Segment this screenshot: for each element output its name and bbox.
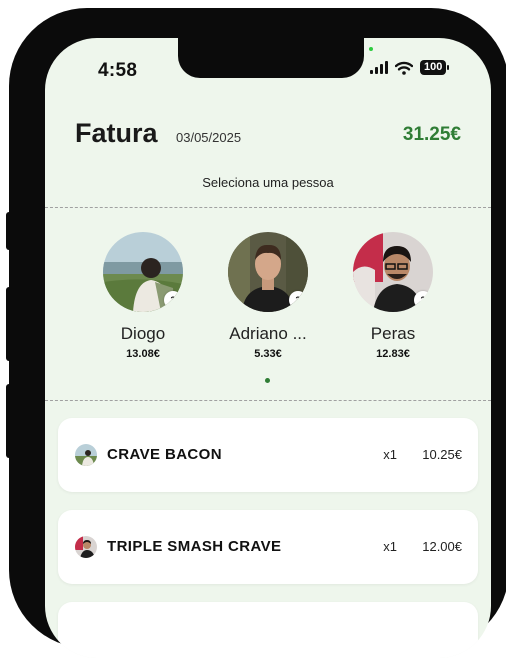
avatar: 2 [353,232,433,312]
divider-top [45,207,491,208]
person-card-diogo[interactable]: 3 Diogo 13.08€ [83,232,203,360]
wifi-icon [395,61,413,75]
page-title: Fatura [75,118,158,148]
item-count-badge: 3 [289,291,307,309]
item-quantity: x1 [383,539,397,554]
battery-icon: 100 [420,60,450,75]
item-price: 12.00€ [422,539,462,554]
item-row-crave-bacon[interactable]: CRAVE BACON x1 10.25€ [58,418,478,492]
item-price: 10.25€ [422,447,462,462]
item-row-partial[interactable] [58,602,478,658]
item-assignee-avatar [75,444,97,466]
person-amount: 5.33€ [254,348,282,360]
app-screen: 4:58 100 Fatura 03/05/2025 31.25€ Seleci… [45,38,491,658]
item-count-badge: 3 [164,291,182,309]
camera-indicator [369,47,373,51]
avatar: 3 [103,232,183,312]
person-card-peras[interactable]: 2 Peras 12.83€ [333,232,453,360]
item-quantity: x1 [383,447,397,462]
avatar: 3 [228,232,308,312]
invoice-date: 03/05/2025 [176,130,242,145]
status-time: 4:58 [98,60,138,81]
person-name: Diogo [120,324,166,343]
person-name: Adriano ... [229,324,307,343]
item-name: CRAVE BACON [107,446,222,463]
person-name: Peras [370,324,416,343]
divider-bottom [45,400,491,401]
status-icons: 100 [370,60,450,75]
item-name: TRIPLE SMASH CRAVE [107,538,282,555]
cellular-signal-icon [370,61,388,74]
item-row-triple-smash-crave[interactable]: TRIPLE SMASH CRAVE x1 12.00€ [58,510,478,584]
notch [178,38,364,78]
invoice-total: 31.25€ [402,124,461,145]
person-amount: 12.83€ [376,348,410,360]
item-assignee-avatar [75,536,97,558]
person-amount: 13.08€ [126,348,160,360]
phone-frame: 4:58 100 Fatura 03/05/2025 31.25€ Seleci… [9,8,506,658]
page-indicator-dot [265,378,270,383]
person-card-adriano[interactable]: 3 Adriano ... 5.33€ [208,232,328,360]
people-section-subtitle: Seleciona uma pessoa [202,175,334,190]
item-count-badge: 2 [414,291,432,309]
